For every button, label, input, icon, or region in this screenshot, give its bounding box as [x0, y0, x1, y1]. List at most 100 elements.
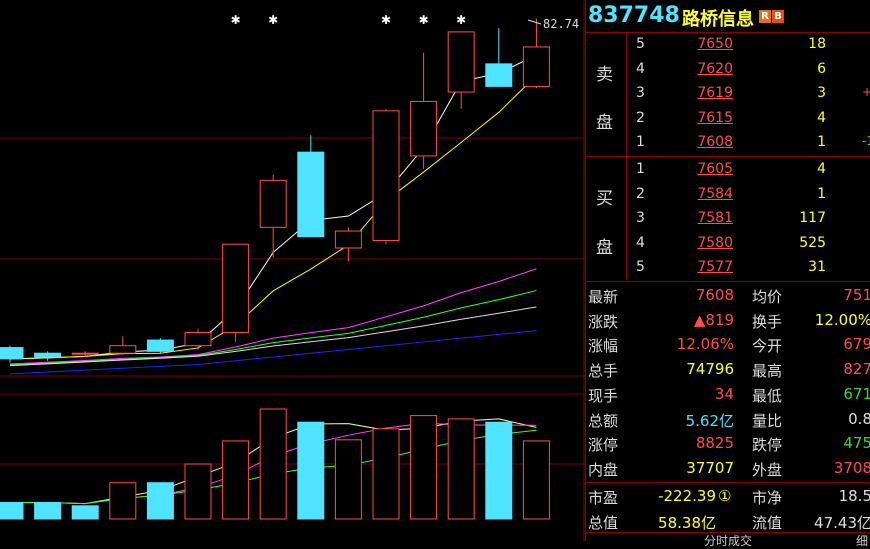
- buy-price[interactable]: 7605: [671, 161, 733, 177]
- quote-row: 涨停 8825 跌停 475: [586, 431, 870, 455]
- fundamental-label: 总值: [588, 513, 619, 532]
- volume-bar[interactable]: [109, 482, 137, 520]
- star-marker-icon: ✱: [231, 13, 241, 27]
- sell-level: 2: [636, 109, 645, 126]
- sell-price[interactable]: 7620: [671, 61, 733, 77]
- volume-bar[interactable]: [410, 415, 438, 520]
- quote-label: 最新: [588, 288, 619, 306]
- candle[interactable]: [146, 338, 174, 354]
- volume-bar[interactable]: [372, 428, 400, 520]
- buy-price[interactable]: 7580: [671, 235, 733, 251]
- candle[interactable]: [485, 28, 513, 87]
- sell-row[interactable]: 5 7650 18: [586, 33, 870, 57]
- volume-bar[interactable]: [34, 502, 62, 520]
- stock-code[interactable]: 837748: [588, 3, 680, 28]
- ma-line: [9, 268, 537, 365]
- sell-row[interactable]: 1 7608 1 -1: [586, 131, 870, 155]
- sell-change: -1: [862, 134, 870, 149]
- volume-bar[interactable]: [222, 440, 250, 520]
- buy-row[interactable]: 3 7581 117: [586, 207, 870, 231]
- sell-price[interactable]: 7608: [671, 134, 733, 150]
- candle[interactable]: [184, 328, 212, 350]
- sell-volume: 4: [817, 109, 826, 126]
- sell-level: 5: [636, 36, 645, 52]
- fundamental-value: -222.39: [658, 487, 716, 505]
- sell-price[interactable]: 7615: [671, 110, 733, 126]
- candle-body: [109, 345, 137, 354]
- quote-row: 现手 34 最低 671: [586, 382, 870, 406]
- candle-body: [485, 63, 513, 87]
- quote-label: 量比: [752, 411, 783, 430]
- volume-bar[interactable]: [259, 408, 287, 520]
- candle[interactable]: [222, 243, 250, 342]
- r-badge: R: [759, 10, 771, 23]
- buy-price[interactable]: 7581: [671, 210, 733, 226]
- kline-chart[interactable]: ✱ ✱ ✱ ✱ ✱ 82.74: [0, 0, 585, 541]
- volume-bar[interactable]: [184, 463, 212, 520]
- volume-bar[interactable]: [447, 418, 475, 520]
- candle-body: [222, 243, 250, 334]
- quote-value: 475: [843, 434, 870, 453]
- candle-markers: ✱ ✱ ✱ ✱ ✱: [231, 13, 467, 27]
- quote-label: 均价: [752, 288, 783, 306]
- sell-change: +: [862, 85, 870, 100]
- quote-value: ▲819: [693, 310, 734, 329]
- sell-volume: 3: [817, 85, 826, 102]
- sell-price[interactable]: 7650: [671, 36, 733, 52]
- volume-bar[interactable]: [334, 439, 362, 520]
- buy-row[interactable]: 2 7584 1: [586, 183, 870, 207]
- quote-label: 外盘: [752, 460, 783, 479]
- buy-volume: 525: [799, 234, 826, 251]
- candle[interactable]: [372, 108, 400, 245]
- quote-label: 现手: [588, 386, 619, 405]
- quote-label: 最低: [752, 386, 783, 405]
- buy-volume: 4: [817, 161, 826, 177]
- buy-row[interactable]: 5 7577 31: [586, 256, 870, 280]
- buy-level: 1: [636, 161, 645, 177]
- volume-bar[interactable]: [146, 482, 174, 520]
- sell-row[interactable]: 2 7615 4: [586, 107, 870, 131]
- stock-name[interactable]: 路桥信息: [682, 5, 754, 31]
- buy-volume: 31: [808, 259, 826, 276]
- candle[interactable]: [410, 52, 438, 170]
- high-price-pointer: [527, 19, 542, 25]
- quote-value: 679: [843, 335, 870, 354]
- candle[interactable]: [297, 135, 325, 238]
- sell-volume: 1: [817, 134, 826, 151]
- candles: [0, 18, 550, 363]
- volume-bar[interactable]: [71, 505, 99, 520]
- candle-body: [522, 46, 550, 87]
- buy-row[interactable]: 1 7605 4: [586, 158, 870, 182]
- candle[interactable]: [334, 227, 362, 262]
- sell-price[interactable]: 7619: [671, 85, 733, 101]
- buy-price[interactable]: 7577: [671, 259, 733, 275]
- quote-row: 总额 5.62亿 量比 0.8: [586, 407, 870, 431]
- quote-label: 总手: [588, 362, 619, 381]
- quote-label: 最高: [752, 362, 783, 381]
- sell-row[interactable]: 3 7619 3 +: [586, 82, 870, 106]
- candle[interactable]: [34, 351, 62, 361]
- sell-row[interactable]: 4 7620 6: [586, 58, 870, 82]
- buy-level: 4: [636, 234, 645, 251]
- buy-row[interactable]: 4 7580 525: [586, 232, 870, 256]
- volume-bar[interactable]: [297, 421, 325, 520]
- volume-bar[interactable]: [522, 440, 550, 520]
- quote-label: 今开: [752, 337, 783, 356]
- star-marker-icon: ✱: [268, 13, 278, 27]
- quote-label: 总额: [588, 411, 619, 430]
- volume-bar[interactable]: [485, 421, 513, 520]
- quote-value: 671: [843, 384, 870, 403]
- buy-price[interactable]: 7584: [671, 186, 733, 202]
- candle[interactable]: [0, 345, 24, 363]
- quote-value: 827: [843, 360, 870, 379]
- info-circle-icon[interactable]: ①: [718, 487, 731, 505]
- fundamental-row: 总值 58.38亿 流值 47.43亿: [586, 509, 870, 533]
- volume-bar[interactable]: [0, 502, 24, 520]
- quote-value: 5.62亿: [685, 411, 734, 430]
- sell-level: 3: [636, 85, 645, 102]
- quote-row: 涨幅 12.06% 今开 679: [586, 332, 870, 356]
- candle[interactable]: [109, 336, 137, 356]
- candle-body: [34, 352, 62, 358]
- sell-level: 4: [636, 60, 645, 77]
- quote-panel: 837748 路桥信息 R B 卖 盘 5 7650 18 4 7620 6 3 7619 3 +…: [585, 0, 870, 548]
